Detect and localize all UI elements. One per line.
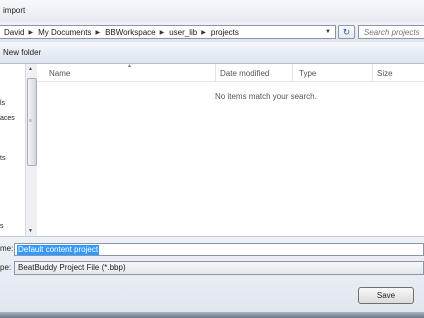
- column-type[interactable]: Type: [299, 69, 316, 78]
- file-form: me: Default content project pe: BeatBudd…: [0, 236, 424, 318]
- search-input[interactable]: [358, 25, 424, 39]
- breadcrumb-separator-icon[interactable]: ▶: [24, 29, 34, 36]
- sort-ascending-icon: ▲: [127, 63, 132, 69]
- file-name-label: me:: [0, 244, 14, 253]
- column-name[interactable]: Name: [49, 69, 70, 78]
- breadcrumb-separator-icon[interactable]: ▶: [91, 29, 101, 36]
- refresh-icon[interactable]: ↻: [338, 25, 355, 39]
- nav-scrollbar[interactable]: ▲ ≡ ▼: [25, 64, 37, 236]
- nav-item[interactable]: ls: [0, 100, 5, 107]
- column-divider[interactable]: [292, 64, 293, 82]
- column-size[interactable]: Size: [377, 69, 393, 78]
- title-bar: import: [0, 0, 424, 22]
- column-date-modified[interactable]: Date modified: [220, 69, 269, 78]
- file-name-field[interactable]: Default content project: [14, 243, 424, 256]
- breadcrumb-user-lib[interactable]: user_lib: [165, 28, 197, 37]
- chevron-down-icon[interactable]: ▼: [325, 29, 331, 35]
- breadcrumb-separator-icon[interactable]: ▶: [197, 29, 207, 36]
- scroll-down-icon[interactable]: ▼: [28, 228, 33, 234]
- breadcrumb-david[interactable]: David: [0, 28, 24, 37]
- column-divider[interactable]: [372, 64, 373, 82]
- scroll-up-icon[interactable]: ▲: [28, 66, 33, 72]
- breadcrumb-projects[interactable]: projects: [207, 28, 239, 37]
- nav-item[interactable]: ts: [0, 155, 5, 162]
- file-list: ▲ Name Date modified Type Size No items …: [37, 63, 424, 236]
- save-button[interactable]: Save: [358, 287, 414, 304]
- file-type-select[interactable]: BeatBuddy Project File (*.bbp): [14, 261, 424, 275]
- breadcrumb-separator-icon[interactable]: ▶: [156, 29, 166, 36]
- column-divider[interactable]: [215, 64, 216, 82]
- nav-item[interactable]: s: [0, 223, 4, 230]
- address-bar[interactable]: David ▶ My Documents ▶ BBWorkspace ▶ use…: [0, 25, 336, 39]
- file-type-label: pe:: [0, 263, 12, 272]
- file-name-value[interactable]: Default content project: [17, 245, 100, 255]
- toolbar: New folder: [0, 42, 424, 64]
- navigation-pane: ls aces ts s: [0, 64, 25, 236]
- column-headers: ▲ Name Date modified Type Size: [37, 63, 424, 82]
- scrollbar-thumb[interactable]: ≡: [27, 78, 37, 166]
- window-title: import: [3, 6, 26, 15]
- empty-message: No items match your search.: [215, 92, 317, 101]
- breadcrumb-bbworkspace[interactable]: BBWorkspace: [101, 28, 156, 37]
- breadcrumb-my-documents[interactable]: My Documents: [34, 28, 91, 37]
- nav-item[interactable]: aces: [0, 115, 15, 122]
- new-folder-button[interactable]: New folder: [3, 48, 41, 57]
- grip-icon: ≡: [29, 118, 32, 124]
- window-bottom-edge: [0, 312, 424, 318]
